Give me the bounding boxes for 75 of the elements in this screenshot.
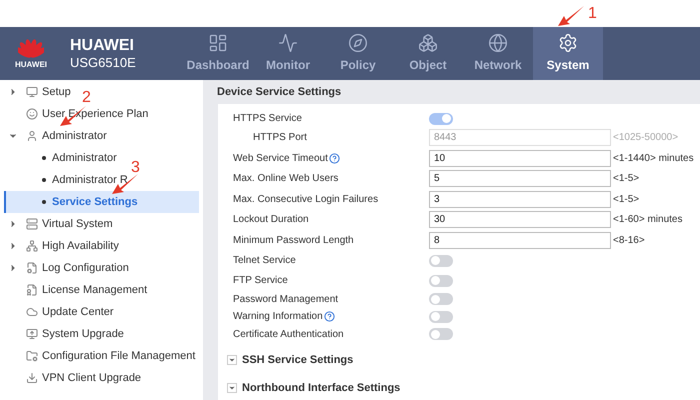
brand-name: HUAWEI <box>70 36 135 55</box>
range-hint: <1-5> <box>613 172 640 186</box>
sidebar-item[interactable]: Virtual System <box>0 213 113 235</box>
range-hint: <8-16> <box>613 234 645 248</box>
sidebar-subitem[interactable]: Administrator <box>4 147 117 169</box>
splitter-bar[interactable] <box>203 80 210 400</box>
help-icon[interactable] <box>328 152 340 164</box>
sidebar-subitem[interactable]: Service Settings <box>4 191 199 213</box>
network-icon <box>26 240 38 252</box>
field-label: Password Management <box>233 292 338 307</box>
text-field[interactable]: 3 <box>429 190 611 208</box>
download-icon <box>26 372 38 384</box>
monitor-chart-icon <box>278 33 298 53</box>
toggle-switch[interactable] <box>429 310 453 323</box>
user-icon <box>26 130 38 142</box>
section-title: Device Service Settings <box>216 84 342 100</box>
field-label: Certificate Authentication <box>233 328 344 342</box>
text-field[interactable]: 30 <box>429 211 611 228</box>
sidebar-item[interactable]: Configuration File Management <box>0 345 196 367</box>
field-label: Lockout Duration <box>233 213 309 228</box>
server-icon <box>26 218 38 230</box>
dashboard-icon <box>208 33 228 53</box>
monitor-upload-icon <box>26 328 38 340</box>
help-icon[interactable] <box>324 311 335 322</box>
file-gear-icon <box>26 262 38 274</box>
range-hint: <1025-50000> <box>613 131 678 146</box>
field-label: Telnet Service <box>233 254 296 268</box>
sidebar-item[interactable]: Log Configuration <box>0 257 129 279</box>
sidebar-item[interactable]: VPN Client Upgrade <box>0 367 142 389</box>
license-icon <box>26 284 38 296</box>
smiley-icon <box>26 108 38 120</box>
nav-tab[interactable]: System <box>533 27 603 80</box>
field-label: HTTPS Service <box>233 112 302 126</box>
toggle-switch[interactable] <box>429 328 453 340</box>
sidebar-item[interactable]: License Management <box>0 279 148 301</box>
field-label: Max. Online Web Users <box>233 172 338 186</box>
range-hint: <1-60> minutes <box>613 213 682 228</box>
text-field[interactable]: 10 <box>429 150 611 167</box>
annotation-number: 2 <box>82 90 91 106</box>
field-label: Warning Information <box>233 310 323 324</box>
monitor-icon <box>26 86 38 98</box>
collapse-caret-icon <box>228 356 236 364</box>
object-icon <box>418 33 438 53</box>
text-field[interactable]: 5 <box>429 170 611 188</box>
logo-icon <box>18 36 44 58</box>
sidebar-item[interactable]: Setup <box>0 81 71 103</box>
field-label: HTTPS Port <box>253 131 307 146</box>
model-name: USG6510E <box>70 55 137 71</box>
field-label: FTP Service <box>233 274 288 288</box>
toggle-switch[interactable] <box>429 274 453 286</box>
settings-icon <box>558 33 578 53</box>
collapse-caret-icon <box>228 384 236 392</box>
field-label: Minimum Password Length <box>233 234 354 248</box>
folder-gear-icon <box>26 350 38 362</box>
collapsible-section-header[interactable]: SSH Service Settings <box>227 349 700 371</box>
sidebar-item[interactable]: High Availability <box>0 235 119 257</box>
field-label: Web Service Timeout <box>233 152 328 166</box>
annotation-number: 3 <box>131 160 140 176</box>
field-label: Max. Consecutive Login Failures <box>233 192 378 207</box>
range-hint: <1-1440> minutes <box>613 152 694 166</box>
toggle-switch[interactable] <box>429 254 453 266</box>
text-field[interactable]: 8 <box>429 232 611 249</box>
sidebar-item[interactable]: Update Center <box>0 301 114 323</box>
collapsible-section-header[interactable]: Northbound Interface Settings <box>227 377 700 399</box>
sidebar-subitem[interactable]: Administrator R <box>4 169 128 191</box>
range-hint: <1-5> <box>613 192 640 207</box>
annotation-number: 1 <box>588 6 597 22</box>
globe-icon <box>488 33 508 53</box>
logo-text: HUAWEI <box>15 58 47 70</box>
toggle-switch[interactable] <box>429 293 453 306</box>
sidebar-item[interactable]: Administrator <box>0 125 107 147</box>
sidebar-item[interactable]: System Upgrade <box>0 323 124 345</box>
toggle-switch[interactable] <box>429 112 453 125</box>
cloud-icon <box>26 306 38 318</box>
compass-icon <box>348 33 368 53</box>
